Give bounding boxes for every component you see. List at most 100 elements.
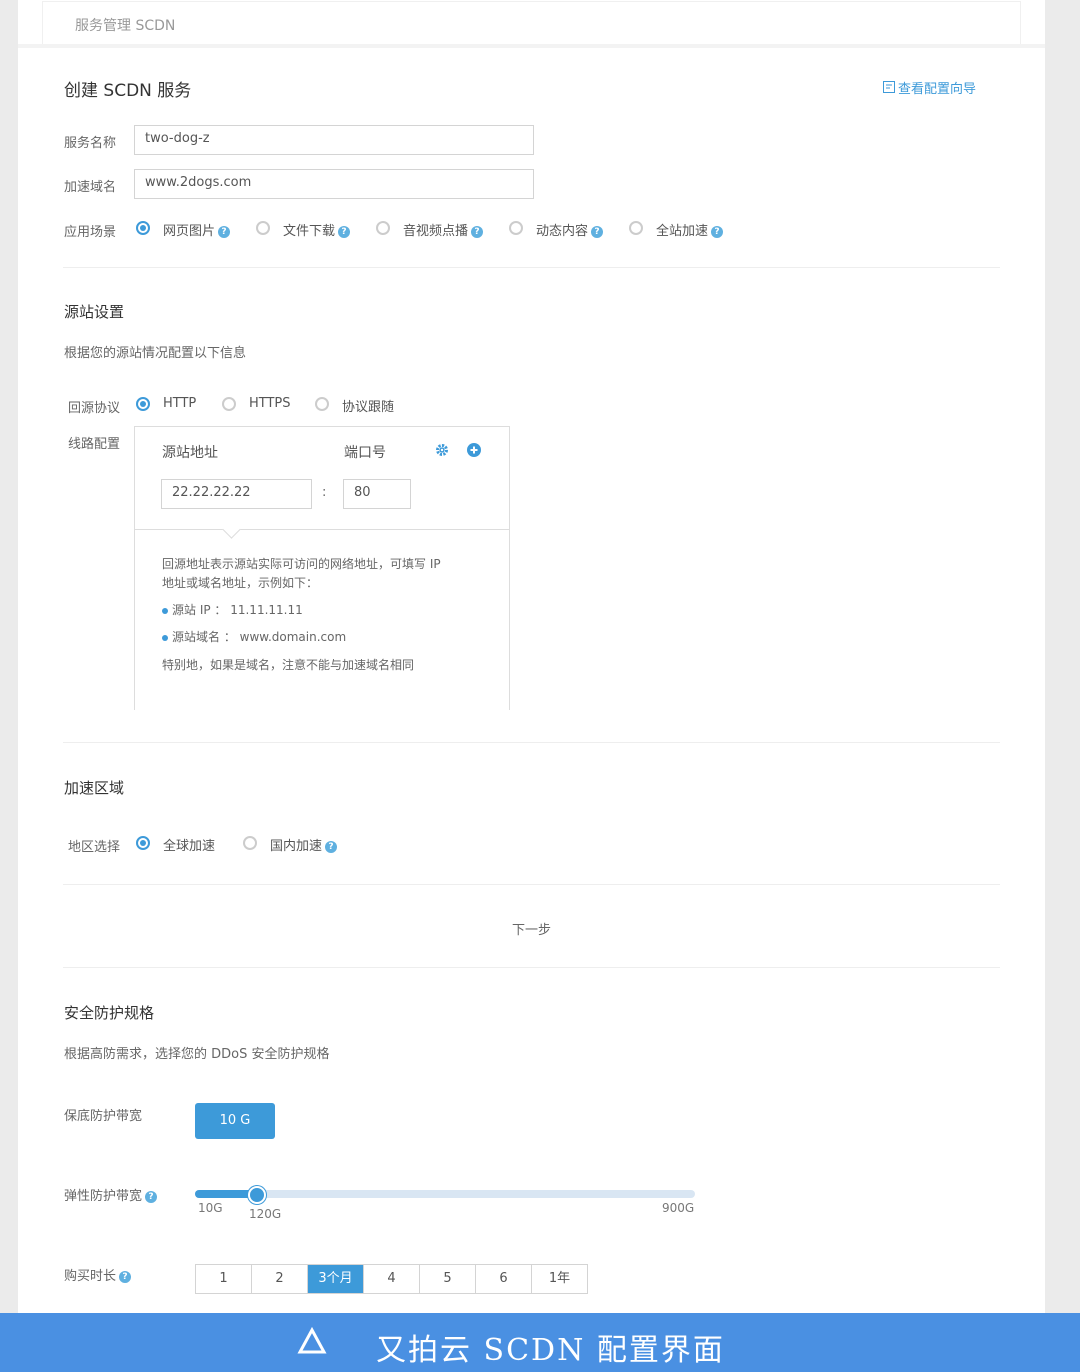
caption-banner: 又拍云 SCDN 配置界面 [0,1313,1080,1372]
region-radio-global[interactable] [136,836,150,850]
help-icon[interactable]: ? [218,225,231,238]
banner-caption: 又拍云 SCDN 配置界面 [376,1333,725,1368]
duration-option[interactable]: 6 [476,1265,532,1293]
wizard-icon [883,81,895,93]
divider [63,884,1000,885]
protocol-option-http[interactable]: HTTP [163,396,196,411]
tooltip-caret [222,520,241,539]
help-text-line1: 回源地址表示源站实际可访问的网络地址，可填写 IP [162,557,441,571]
help-icon[interactable]: ? [338,225,351,238]
scene-radio-dynamic[interactable] [509,221,523,235]
addr-port-colon: : [322,485,327,500]
create-title: 创建 SCDN 服务 [64,81,192,101]
scene-option-label: 动态内容 [536,224,589,239]
scene-option-dynamic[interactable]: 动态内容? [536,220,604,239]
divider [63,967,1000,968]
gear-icon[interactable] [435,443,449,457]
help-example-ip-text: 源站 IP ： 11.11.11.11 [172,603,303,617]
region-label: 地区选择 [68,840,121,855]
protocol-radio-http[interactable] [136,397,150,411]
scene-radio-full-site[interactable] [629,221,643,235]
duration-option[interactable]: 2 [252,1265,308,1293]
scene-radio-file-download[interactable] [256,221,270,235]
add-route-icon[interactable] [467,443,481,457]
elastic-bandwidth-slider[interactable] [195,1186,695,1204]
protocol-radio-follow[interactable] [315,397,329,411]
slider-value-label: 120G [249,1207,282,1221]
route-config-panel: 源站地址 端口号 22.22.22.22 : 80 回源地址表示源站实际可访问的… [134,426,510,710]
breadcrumb-title: 服务管理 SCDN [75,18,176,34]
help-example-domain: 源站域名 ： www.domain.com [162,628,346,647]
scene-option-vod[interactable]: 音视频点播? [403,220,484,239]
service-name-input[interactable]: two-dog-z [134,125,534,155]
duration-selector: 1 2 3个月 4 5 6 1年 [195,1264,588,1294]
origin-title: 源站设置 [64,303,125,321]
bullet-dot [162,607,168,614]
origin-addr-header: 源站地址 [162,445,218,461]
region-option-domestic[interactable]: 国内加速? [270,835,338,854]
security-title: 安全防护规格 [64,1004,155,1022]
scene-option-web-image[interactable]: 网页图片? [163,220,231,239]
help-icon[interactable]: ? [325,840,338,853]
divider [63,267,1000,268]
bullet-dot [162,634,168,641]
route-label: 线路配置 [68,437,121,452]
scene-option-file-download[interactable]: 文件下载? [283,220,351,239]
help-text-line2: 地址或域名地址，示例如下： [162,576,319,590]
help-icon[interactable]: ? [591,225,604,238]
panel-divider [135,529,509,530]
scene-option-full-site[interactable]: 全站加速? [656,220,724,239]
scene-label: 应用场景 [64,225,117,240]
help-example-domain-text: 源站域名 ： www.domain.com [172,630,347,644]
wizard-link-text: 查看配置向导 [898,82,977,97]
origin-desc: 根据您的源站情况配置以下信息 [64,346,247,361]
help-example-ip: 源站 IP ： 11.11.11.11 [162,601,303,620]
divider [63,742,1000,743]
help-icon[interactable]: ? [711,225,724,238]
help-icon[interactable]: ? [145,1190,158,1203]
duration-option[interactable]: 3个月 [308,1265,364,1293]
region-option-global[interactable]: 全球加速 [163,835,215,854]
origin-addr-input[interactable]: 22.22.22.22 [161,479,312,509]
elastic-bandwidth-label: 弹性防护带宽? [64,1185,158,1204]
duration-option[interactable]: 1 [196,1265,252,1293]
slider-handle[interactable] [247,1186,266,1204]
service-name-label: 服务名称 [64,136,117,151]
scene-option-label: 音视频点播 [403,224,469,239]
duration-label-text: 购买时长 [64,1269,117,1284]
help-note: 特别地，如果是域名，注意不能与加速域名相同 [162,658,415,672]
port-input[interactable]: 80 [343,479,411,509]
base-bandwidth-label: 保底防护带宽 [64,1109,143,1124]
help-icon[interactable]: ? [119,1270,132,1283]
elastic-bandwidth-label-text: 弹性防护带宽 [64,1189,143,1204]
top-separator [18,44,1045,48]
scene-option-label: 网页图片 [163,224,216,239]
top-breadcrumb-bar: 服务管理 SCDN [43,2,1020,44]
help-icon[interactable]: ? [471,225,484,238]
region-radio-domestic[interactable] [243,836,257,850]
scene-radio-web-image[interactable] [136,221,150,235]
triangle-icon [297,1327,327,1354]
protocol-label: 回源协议 [68,401,121,416]
page: 服务管理 SCDN 创建 SCDN 服务 查看配置向导 服务名称 two-dog… [18,0,1045,1313]
duration-label: 购买时长? [64,1265,132,1284]
protocol-option-https[interactable]: HTTPS [249,396,291,411]
protocol-option-follow[interactable]: 协议跟随 [342,396,394,415]
duration-option[interactable]: 4 [364,1265,420,1293]
base-bandwidth-option[interactable]: 10 G [195,1103,275,1139]
port-header: 端口号 [344,445,386,461]
security-desc: 根据高防需求，选择您的 DDoS 安全防护规格 [64,1047,330,1062]
accel-domain-input[interactable]: www.2dogs.com [134,169,534,199]
duration-option[interactable]: 5 [420,1265,476,1293]
wizard-link[interactable]: 查看配置向导 [883,78,976,97]
slider-max-label: 900G [662,1201,695,1215]
duration-option[interactable]: 1年 [532,1265,587,1293]
next-step-button[interactable]: 下一步 [512,919,551,938]
scene-radio-vod[interactable] [376,221,390,235]
accel-domain-label: 加速域名 [64,180,117,195]
scene-option-label: 文件下载 [283,224,336,239]
region-option-label: 国内加速 [270,839,323,854]
slider-min-label: 10G [198,1201,223,1215]
region-title: 加速区域 [64,779,125,797]
protocol-radio-https[interactable] [222,397,236,411]
